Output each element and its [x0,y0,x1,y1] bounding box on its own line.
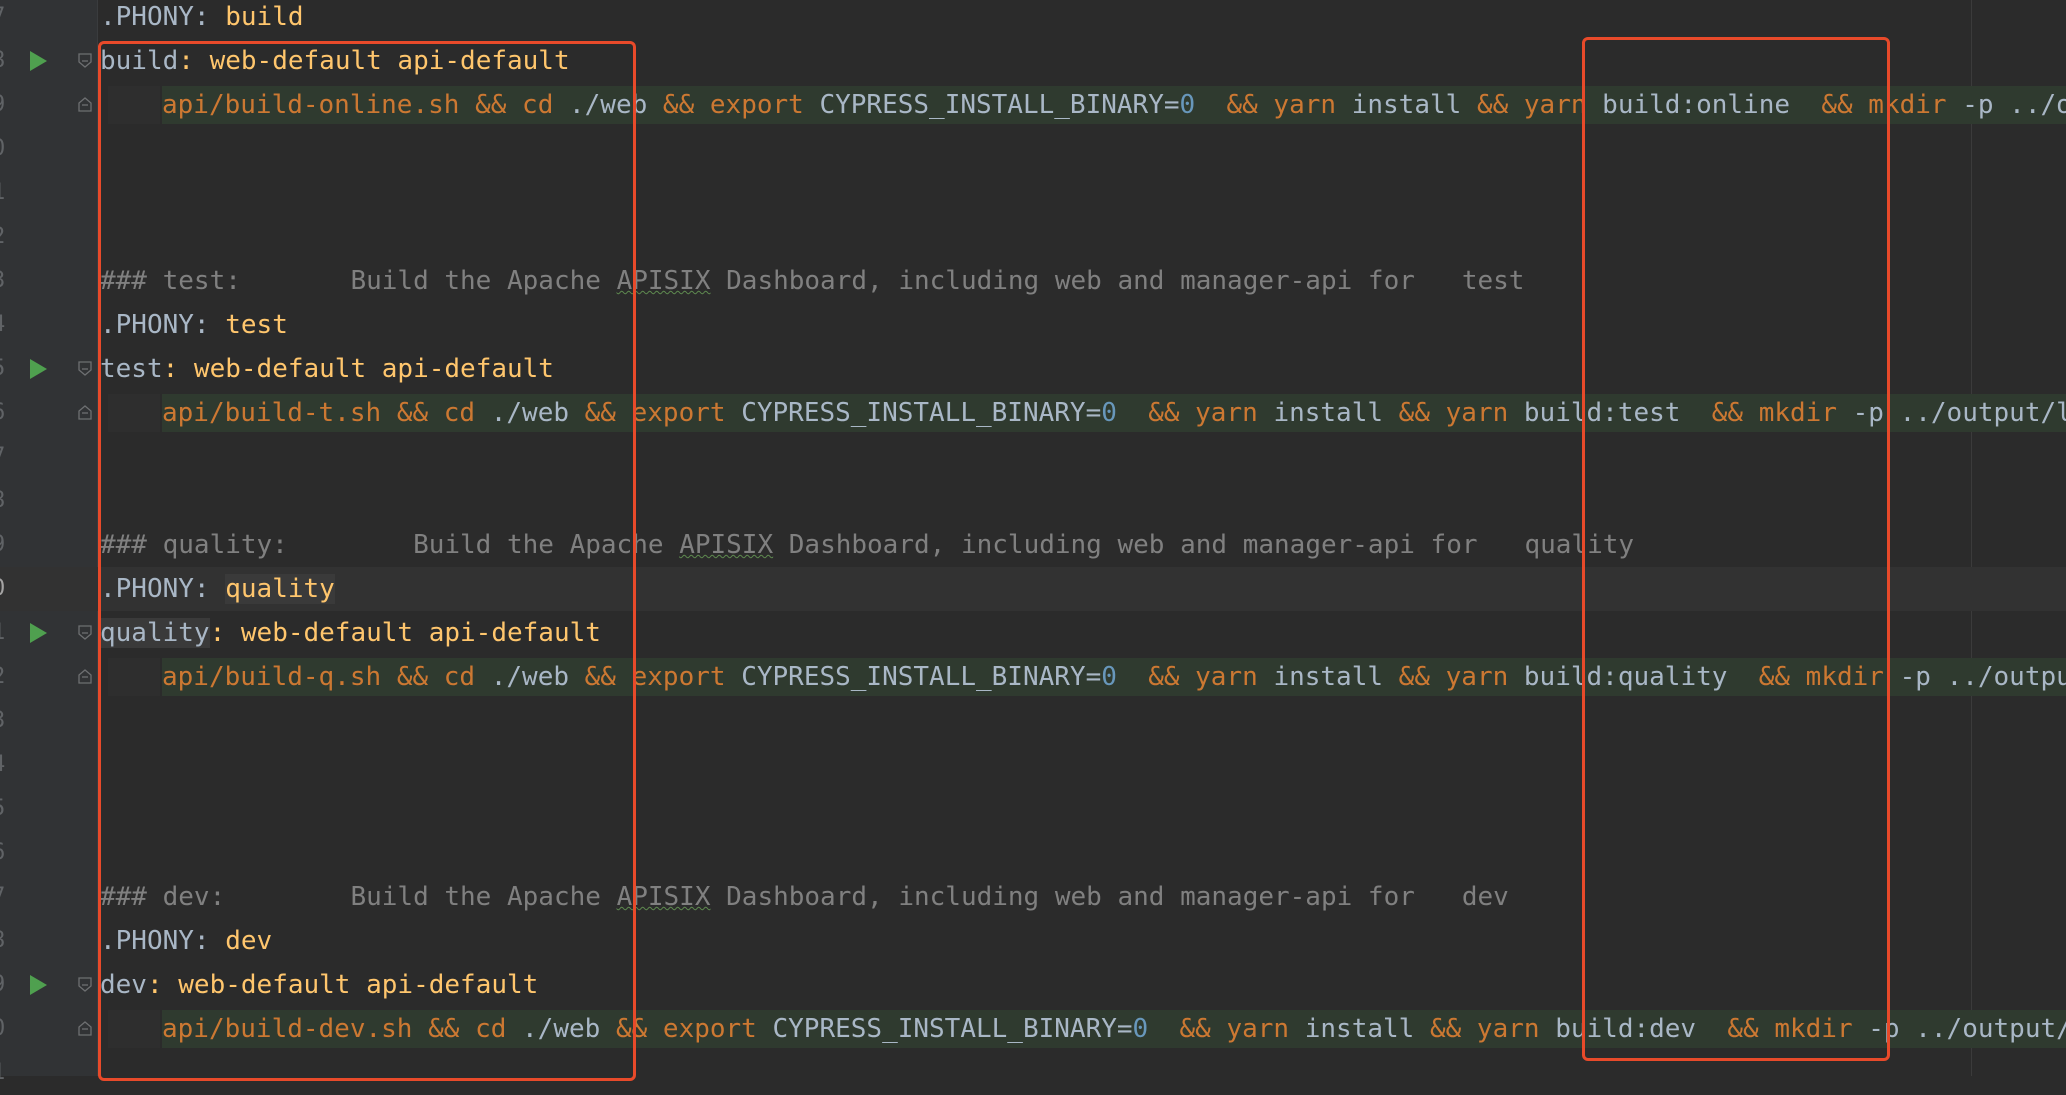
code-token: -p ../outpu [1899,662,2066,692]
code-token: install [1304,1014,1430,1044]
code-token: APISIX [679,530,774,560]
line-number: 7 [0,435,12,479]
code-token: && yarn [1429,1014,1556,1044]
line-number: 5 [0,347,12,391]
line-number: 0 [0,127,12,171]
code-token: 0 [1132,1014,1149,1044]
run-target-icon[interactable] [30,51,47,71]
fold-marker-icon[interactable] [78,977,92,992]
code-token: CYPRESS_INSTALL_BINARY= [819,90,1180,120]
line-number: 3 [0,259,12,303]
line-number: 4 [0,303,12,347]
line-number: 1 [0,611,12,655]
code-editor[interactable]: 7.PHONY: build8build: web-default api-de… [0,0,2066,1085]
line-number: 7 [0,0,12,39]
fold-marker-icon[interactable] [78,97,92,112]
fold-marker-icon[interactable] [78,669,92,684]
annotation-box-right [1582,37,1890,1061]
code-token: 0 [1101,398,1117,428]
code-token: -p ../output/ [1962,90,2066,120]
code-token: && yarn [1195,90,1352,120]
line-number: 2 [0,215,12,259]
code-token: build [225,2,304,32]
code-token: && yarn [1116,662,1274,692]
line-number: 4 [0,743,12,787]
line-number: 8 [0,39,12,83]
line-number: 9 [0,83,12,127]
line-number: 5 [0,787,12,831]
line-number: 3 [0,699,12,743]
code-token: && yarn [1398,398,1524,428]
fold-marker-icon[interactable] [78,53,92,68]
code-line[interactable]: 7 .PHONY: build [0,0,2066,39]
line-number: 1 [0,171,12,215]
code-token: && yarn [1116,398,1274,428]
run-target-icon[interactable] [30,975,47,995]
code-token: Dashboard, including web and manager-api… [710,882,1509,912]
fold-marker-icon[interactable] [78,1021,92,1036]
annotation-box-left [98,41,636,1081]
code-token: && yarn [1398,662,1524,692]
code-token: -p ../output/ [1868,1014,2066,1044]
line-number: 0 [0,567,12,611]
fold-marker-icon[interactable] [78,361,92,376]
code-token: && yarn [1148,1014,1305,1044]
line-number: 8 [0,919,12,963]
code-token: install [1351,90,1477,120]
code-token: .PHONY: [100,2,226,32]
code-token: CYPRESS_INSTALL_BINARY= [741,662,1102,692]
code-token: 0 [1179,90,1196,120]
code-token: Dashboard, including web and manager-api… [710,266,1525,296]
line-number: 6 [0,391,12,435]
run-target-icon[interactable] [30,623,47,643]
code-token: && export [662,90,820,120]
line-number: 2 [0,655,12,699]
run-target-icon[interactable] [30,359,47,379]
code-token: CYPRESS_INSTALL_BINARY= [741,398,1102,428]
line-number: 8 [0,479,12,523]
code-token: 0 [1101,662,1117,692]
code-token: install [1273,398,1399,428]
fold-marker-icon[interactable] [78,625,92,640]
line-number: 1 [0,1051,12,1095]
line-number: 0 [0,1007,12,1051]
code-text: .PHONY: build [100,0,304,39]
code-token: Dashboard, including web and manager-api… [773,530,1635,560]
line-number: 9 [0,523,12,567]
code-token: install [1273,662,1399,692]
code-token: CYPRESS_INSTALL_BINARY= [772,1014,1133,1044]
fold-marker-icon[interactable] [78,405,92,420]
code-token: && export [615,1014,773,1044]
line-number: 6 [0,831,12,875]
line-number: 9 [0,963,12,1007]
line-number: 7 [0,875,12,919]
